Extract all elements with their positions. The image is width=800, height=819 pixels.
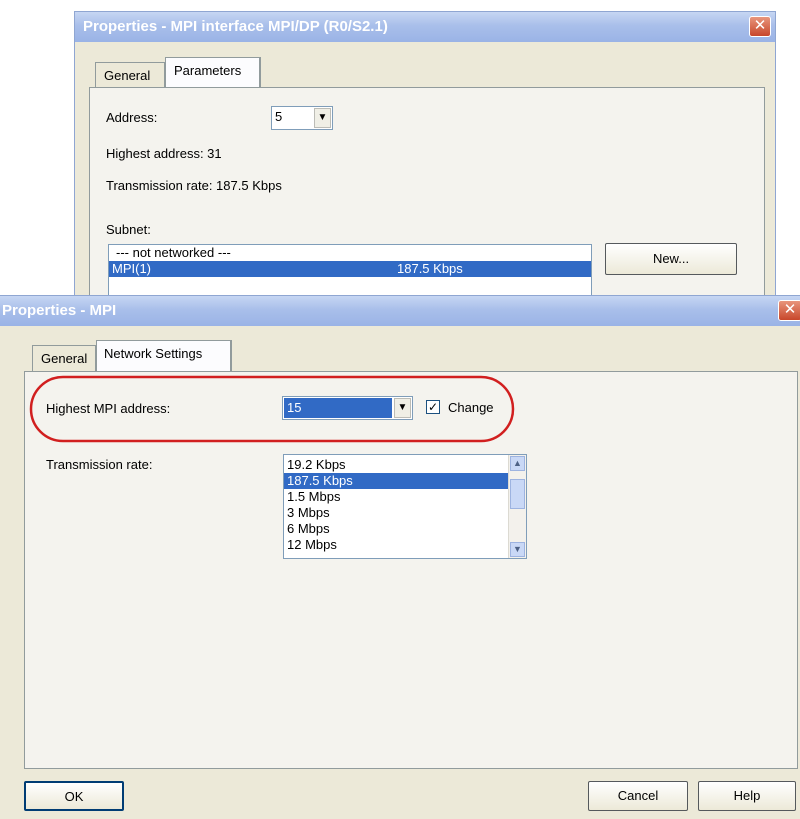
tab-network-settings[interactable]: Network Settings xyxy=(96,340,232,372)
scroll-up-icon[interactable]: ▲ xyxy=(510,456,525,471)
address-value: 5 xyxy=(275,109,283,124)
rate-items: 19.2 Kbps 187.5 Kbps 1.5 Mbps 3 Mbps 6 M… xyxy=(284,457,509,553)
highest-mpi-value: 15 xyxy=(284,398,392,418)
address-label: Address: xyxy=(106,110,158,125)
subnet-item-mpi1[interactable]: MPI(1) 187.5 Kbps xyxy=(109,261,591,277)
transmission-rate-list[interactable]: 19.2 Kbps 187.5 Kbps 1.5 Mbps 3 Mbps 6 M… xyxy=(283,454,527,559)
subnet-item-not-networked[interactable]: --- not networked --- xyxy=(109,245,591,261)
address-combobox[interactable]: 5 ▼ xyxy=(271,106,333,130)
rate-item-3-mbps[interactable]: 3 Mbps xyxy=(284,505,509,521)
mpi-properties-title: Properties - MPI xyxy=(2,302,117,319)
highest-mpi-label: Highest MPI address: xyxy=(46,401,171,416)
rate-item-1-5-mbps[interactable]: 1.5 Mbps xyxy=(284,489,509,505)
ok-button[interactable]: OK xyxy=(24,781,124,811)
transmission-rate-text: Transmission rate: 187.5 Kbps xyxy=(106,178,282,193)
tab-parameters[interactable]: Parameters xyxy=(165,57,261,88)
mpi-interface-title: Properties - MPI interface MPI/DP (R0/S2… xyxy=(83,18,388,35)
close-icon[interactable]: ✕ xyxy=(749,16,771,37)
tab-general[interactable]: General xyxy=(32,345,96,371)
subnet-list[interactable]: --- not networked --- MPI(1) 187.5 Kbps xyxy=(108,244,592,302)
highest-address-text: Highest address: 31 xyxy=(106,146,222,161)
new-subnet-button[interactable]: New... xyxy=(605,243,737,275)
change-checkbox[interactable]: ✓ xyxy=(426,400,440,414)
scroll-thumb[interactable] xyxy=(510,479,525,509)
tab-general[interactable]: General xyxy=(95,62,165,87)
scroll-down-icon[interactable]: ▼ xyxy=(510,542,525,557)
chevron-down-icon[interactable]: ▼ xyxy=(314,108,331,128)
highest-mpi-combobox[interactable]: 15 ▼ xyxy=(282,396,413,420)
transmission-rate-label: Transmission rate: xyxy=(46,457,153,472)
chevron-down-icon[interactable]: ▼ xyxy=(394,398,411,418)
rate-item-6-mbps[interactable]: 6 Mbps xyxy=(284,521,509,537)
mpi-interface-dialog: Properties - MPI interface MPI/DP (R0/S2… xyxy=(74,11,776,302)
mpi-properties-dialog: Properties - MPI ✕ General Network Setti… xyxy=(0,295,800,819)
mpi-properties-titlebar[interactable]: Properties - MPI ✕ xyxy=(0,296,800,326)
rate-list-scrollbar[interactable]: ▲ ▼ xyxy=(508,455,526,558)
rate-item-12-mbps[interactable]: 12 Mbps xyxy=(284,537,509,553)
rate-item-187-5-kbps[interactable]: 187.5 Kbps xyxy=(284,473,509,489)
subnet-label: Subnet: xyxy=(106,222,151,237)
close-icon[interactable]: ✕ xyxy=(778,300,800,321)
rate-item-19-2-kbps[interactable]: 19.2 Kbps xyxy=(284,457,509,473)
help-button[interactable]: Help xyxy=(698,781,796,811)
check-icon: ✓ xyxy=(427,400,439,414)
cancel-button[interactable]: Cancel xyxy=(588,781,688,811)
change-label: Change xyxy=(448,400,494,415)
mpi-interface-titlebar[interactable]: Properties - MPI interface MPI/DP (R0/S2… xyxy=(75,12,775,42)
